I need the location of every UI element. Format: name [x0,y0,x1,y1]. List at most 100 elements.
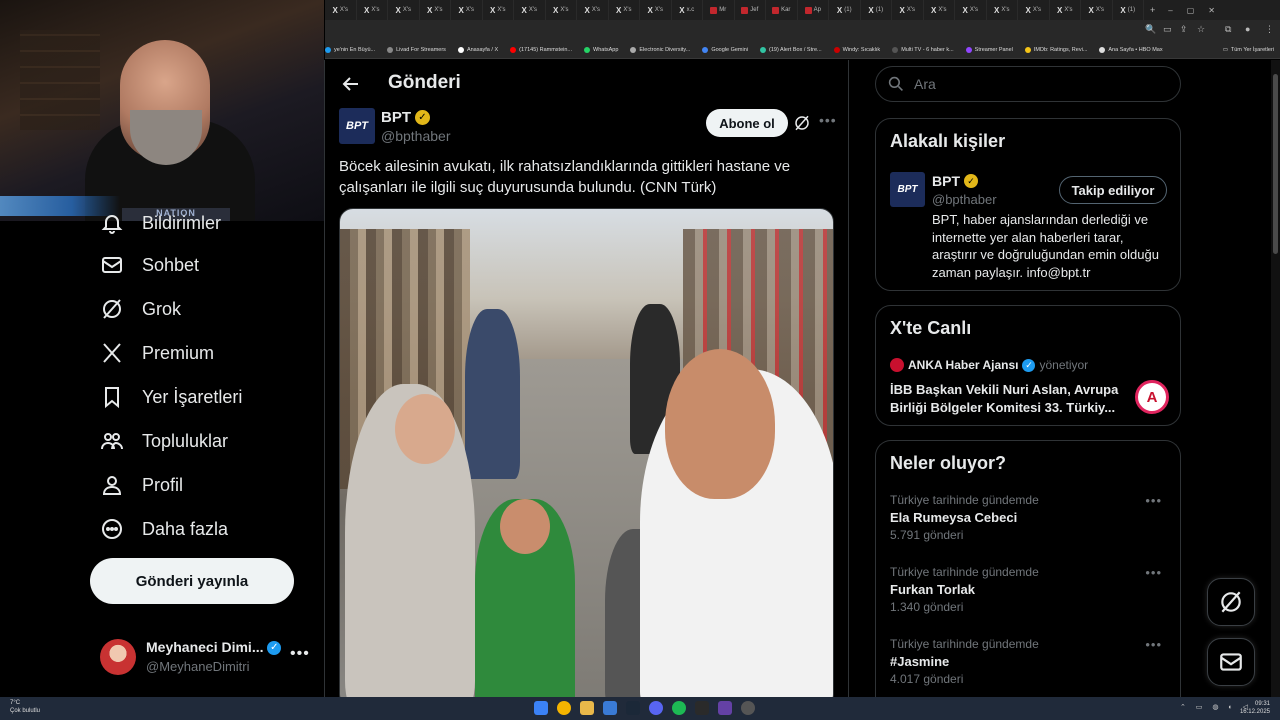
grok-fab-button[interactable] [1207,578,1255,626]
bookmark-item[interactable]: (17145) Rammstein... [510,46,572,53]
bookmark-item[interactable]: Streamer Panel [965,46,1013,53]
nav-item-communities[interactable]: Topluluklar [100,429,228,453]
chrome-icon[interactable] [557,701,571,715]
browser-tab[interactable]: X X's [640,0,672,20]
clock[interactable]: 09:31 16.12.2025 [1240,700,1270,716]
browser-tab[interactable]: X X's [1050,0,1081,20]
bookmark-item[interactable]: Google Gemini [702,46,748,53]
browser-tab[interactable]: X X's [483,0,514,20]
related-name[interactable]: BPT ✓ [932,173,978,189]
maximize-icon[interactable]: ▢ [1180,6,1202,15]
steam-icon[interactable] [626,701,640,715]
trend-item[interactable]: Türkiye tarihinde gündemde Ela Rumeysa C… [890,493,1170,542]
browser-tab[interactable]: X X's [546,0,577,20]
trend-more-icon[interactable]: ••• [1145,565,1162,580]
close-icon[interactable]: ✕ [1201,6,1222,15]
bookmark-item[interactable]: ye'nin En Büyü... [325,46,375,53]
weather-widget[interactable]: 7°C Çok bulutlu [10,699,40,715]
nav-item-more[interactable]: Daha fazla [100,517,228,541]
author-handle[interactable]: @bpthaber [381,128,450,144]
nav-item-bookmarks[interactable]: Yer İşaretleri [100,385,242,409]
more-icon[interactable]: ••• [290,645,310,663]
browser-tab[interactable]: X X's [1081,0,1113,20]
obs-icon[interactable] [741,701,755,715]
browser-tab[interactable]: X X's [514,0,546,20]
nav-item-notifications[interactable]: Bildirimler [100,211,221,235]
live-avatar[interactable]: A [1135,380,1169,414]
bookmark-item[interactable]: Ana Sayfa • HBO Max [1099,46,1163,53]
bookmark-item[interactable]: Electronic Diversity... [630,46,690,53]
back-arrow-icon[interactable] [341,74,361,94]
trend-more-icon[interactable]: ••• [1145,493,1162,508]
menu-icon[interactable]: ⋮ [1265,24,1274,35]
browser-tab[interactable]: X X's [955,0,987,20]
file-explorer-icon[interactable] [580,701,594,715]
bookmark-item[interactable]: WhatsApp [584,46,618,53]
browser-tab[interactable]: Ap [798,0,829,20]
cast-icon[interactable]: ▭ [1163,24,1172,35]
browser-tab[interactable]: X X's [388,0,420,20]
bookmark-item[interactable]: Multi TV - 6 haber k... [892,46,954,53]
account-switcher[interactable]: Meyhaneci Dimi... ✓ @MeyhaneDimitri ••• [100,639,310,679]
post-more-icon[interactable]: ••• [819,112,837,128]
browser-tab[interactable]: X X's [609,0,640,20]
browser-tab[interactable]: X X's [357,0,388,20]
browser-tab[interactable]: X X's [987,0,1018,20]
browser-tab[interactable]: X (1) [1113,0,1144,20]
browser-tab[interactable]: Kar [766,0,798,20]
messages-fab-button[interactable] [1207,638,1255,686]
browser-tab[interactable]: Mr [703,0,735,20]
author-avatar[interactable]: BPT [339,108,375,144]
edge-icon[interactable] [603,701,617,715]
nav-item-premium[interactable]: Premium [100,341,214,365]
browser-tab[interactable]: X X's [325,0,357,20]
following-button[interactable]: Takip ediliyor [1059,176,1167,204]
all-bookmarks[interactable]: ▭ Tüm Yer İşaretleri [1223,47,1280,53]
browser-tab[interactable]: X X's [420,0,451,20]
browser-tab[interactable]: X (1) [829,0,861,20]
share-icon[interactable]: ⇪ [1180,24,1188,35]
bookmark-item[interactable]: Livad For Streamers [387,46,446,53]
browser-tab[interactable]: X X's [924,0,955,20]
live-source[interactable]: ANKA Haber Ajansı ✓ yönetiyor [890,358,1088,372]
discord-icon[interactable] [649,701,663,715]
bookmark-item[interactable]: Windy: Sıcaklık [833,46,880,53]
start-icon[interactable] [534,701,548,715]
search-input[interactable]: Ara [875,66,1181,102]
star-icon[interactable]: ☆ [1197,24,1205,35]
browser-tab[interactable]: X X's [451,0,483,20]
live-headline[interactable]: İBB Başkan Vekili Nuri Aslan, Avrupa Bir… [890,381,1130,417]
browser-tab[interactable]: X X's [1018,0,1050,20]
bookmark-item[interactable]: (19) Alert Box / Stre... [760,46,822,53]
app-icon[interactable] [718,701,732,715]
browser-tab[interactable]: X X's [577,0,609,20]
author-name[interactable]: BPT ✓ [381,109,430,126]
grok-icon[interactable] [793,114,811,132]
page-scrollbar[interactable] [1271,60,1280,697]
bookmark-item[interactable]: IMDb: Ratings, Revi... [1024,46,1087,53]
subscribe-button[interactable]: Abone ol [706,109,788,137]
browser-tab[interactable]: Jef [735,0,766,20]
new-tab-button[interactable]: + [1144,5,1161,15]
related-avatar[interactable]: BPT [890,172,925,207]
browser-tab[interactable]: X (1) [861,0,892,20]
scrollbar-thumb[interactable] [1273,74,1278,254]
zoom-icon[interactable]: 🔍 [1145,24,1156,35]
nav-item-profile[interactable]: Profil [100,473,183,497]
nav-item-grok[interactable]: Grok [100,297,181,321]
profile-avatar-icon[interactable]: ● [1245,24,1250,34]
browser-tab[interactable]: X X's [892,0,924,20]
trend-more-icon[interactable]: ••• [1145,637,1162,652]
spotify-icon[interactable] [672,701,686,715]
epic-games-icon[interactable] [695,701,709,715]
extensions-icon[interactable]: ⧉ [1225,24,1231,35]
bookmark-item[interactable]: Anasayfa / X [457,46,498,53]
post-photo[interactable] [339,208,834,697]
related-handle[interactable]: @bpthaber [932,192,997,207]
nav-item-chat[interactable]: Sohbet [100,253,199,277]
minimize-icon[interactable]: – [1161,6,1179,15]
trend-item[interactable]: Türkiye tarihinde gündemde #Jasmine 4.01… [890,637,1170,686]
trend-item[interactable]: Türkiye tarihinde gündemde Furkan Torlak… [890,565,1170,614]
post-button[interactable]: Gönderi yayınla [90,558,294,604]
browser-tab[interactable]: Xx.c [672,0,703,20]
